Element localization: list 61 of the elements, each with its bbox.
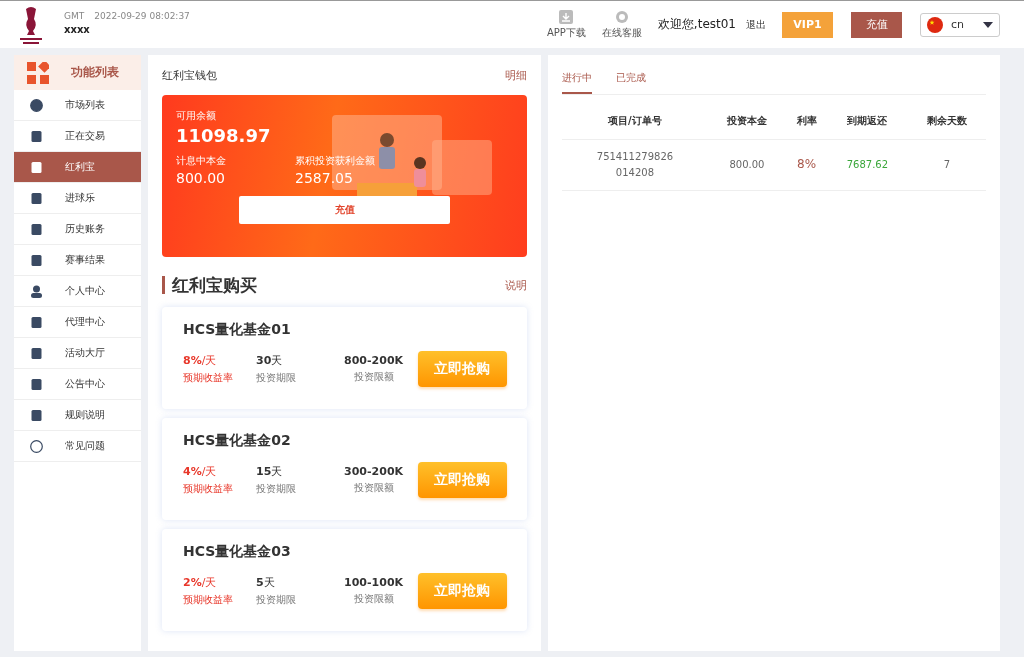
datetime-text: 2022-09-29 08:02:37 (94, 11, 190, 21)
term-value: 5天 (256, 575, 276, 590)
principal-value: 800.00 (176, 170, 226, 186)
limit-label: 投资限额 (352, 370, 395, 384)
info-link[interactable]: 说明 (505, 277, 527, 293)
sidebar-title: 功能列表 (71, 64, 119, 81)
rate-label: 预期收益率 (183, 593, 234, 607)
question-icon (30, 439, 43, 453)
wallet-recharge-button[interactable]: 充值 (239, 196, 450, 224)
term-label: 投资期限 (256, 371, 298, 385)
wallet-title: 红利宝钱包 (162, 67, 217, 83)
limit-label: 投资限额 (352, 481, 395, 495)
rate-value: 8%/天 (183, 353, 218, 368)
order-tab[interactable]: 已完成 (616, 65, 646, 94)
app-download-link[interactable]: APP下载 (546, 9, 586, 40)
purchase-title: 红利宝购买 (162, 276, 257, 294)
balance-value: 11098.97 (176, 125, 272, 146)
limit-value: 300-200K (343, 465, 405, 478)
table-cell: 7 (907, 139, 986, 191)
limit-value: 800-200K (343, 354, 405, 367)
order-tab[interactable]: 进行中 (562, 65, 592, 94)
earnings-label: 累积投资获利金额 (295, 154, 376, 168)
balance-label: 可用余额 (176, 109, 217, 123)
term-label: 投资期限 (256, 482, 298, 496)
column-header: 投资本金 (707, 103, 787, 140)
table-cell: 7687.62 (827, 139, 908, 191)
person-icon (30, 284, 43, 298)
table-cell: 8% (786, 139, 828, 191)
term-label: 投资期限 (256, 593, 298, 607)
logout-link[interactable]: 退出 (746, 17, 766, 32)
rate-label: 预期收益率 (183, 482, 234, 496)
sidebar-item[interactable]: 红利宝 (14, 152, 141, 183)
download-icon (559, 9, 574, 24)
username-text: xxxx (64, 24, 91, 35)
earnings-value: 2587.05 (295, 170, 354, 186)
product-name: HCS量化基金03 (183, 543, 292, 561)
details-link[interactable]: 明细 (505, 67, 527, 83)
rate-label: 预期收益率 (183, 371, 234, 385)
principal-label: 计息中本金 (176, 154, 227, 168)
column-header: 项目/订单号 (562, 103, 708, 140)
limit-label: 投资限额 (352, 592, 395, 606)
product-name: HCS量化基金01 (183, 321, 292, 339)
limit-value: 100-100K (343, 576, 405, 589)
recharge-button[interactable]: 充值 (851, 11, 902, 38)
caret-icon (983, 21, 993, 28)
grid-icon (27, 61, 49, 84)
table-cell: 800.00 (707, 139, 787, 191)
column-header: 到期返还 (827, 103, 908, 140)
flag-icon (927, 16, 943, 33)
column-header: 剩余天数 (907, 103, 986, 140)
welcome-text: 欢迎您,test01 (657, 16, 736, 33)
product-name: HCS量化基金02 (183, 432, 292, 450)
timezone-label: GMT (64, 11, 85, 21)
table-cell: 751411279826 014208 (562, 139, 708, 191)
rate-value: 2%/天 (183, 575, 218, 590)
column-header: 利率 (786, 103, 828, 140)
term-value: 30天 (256, 353, 284, 368)
online-service-link[interactable]: 在线客服 (601, 9, 642, 40)
rate-value: 4%/天 (183, 464, 218, 479)
term-value: 15天 (256, 464, 284, 479)
language-select[interactable]: cn (920, 12, 1000, 37)
